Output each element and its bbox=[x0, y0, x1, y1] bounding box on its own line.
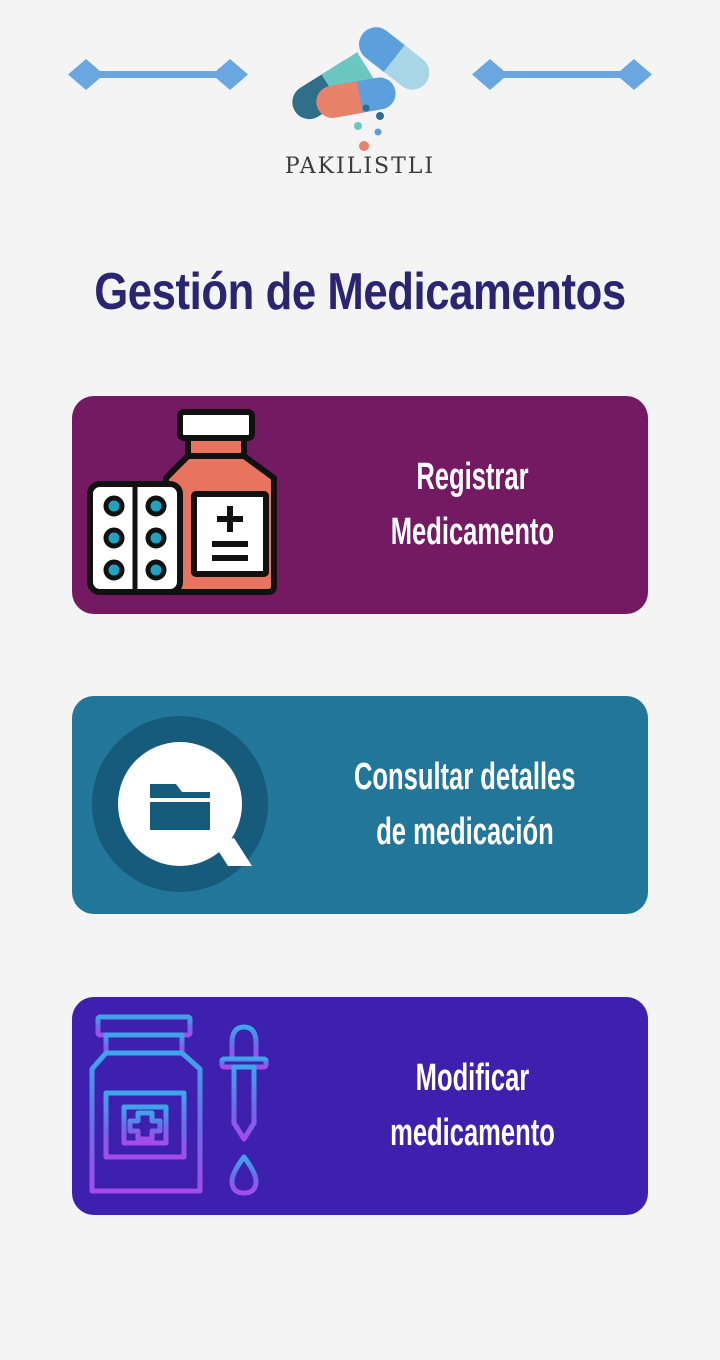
consult-medication-details-label: Consultar detalles de medicación bbox=[353, 756, 576, 853]
medicine-bottle-pills-icon bbox=[87, 409, 277, 595]
page-title: Gestión de Medicamentos bbox=[94, 263, 626, 321]
register-medication-label: Registrar Medicamento bbox=[390, 456, 554, 553]
right-divider-icon bbox=[472, 59, 652, 90]
left-divider-icon bbox=[68, 59, 248, 90]
consult-medication-details-button[interactable]: Consultar detalles de medicación bbox=[72, 696, 648, 914]
bottle-dropper-icon bbox=[89, 1014, 269, 1196]
register-medication-button[interactable]: Registrar Medicamento bbox=[72, 396, 648, 614]
folder-search-icon bbox=[92, 716, 268, 892]
pill-capsules-logo-icon bbox=[292, 27, 430, 151]
app-header: PAKILISTLI bbox=[0, 0, 720, 200]
modify-medication-button[interactable]: Modificar medicamento bbox=[72, 997, 648, 1215]
brand-name: PAKILISTLI bbox=[284, 154, 436, 179]
modify-medication-label: Modificar medicamento bbox=[389, 1057, 555, 1154]
